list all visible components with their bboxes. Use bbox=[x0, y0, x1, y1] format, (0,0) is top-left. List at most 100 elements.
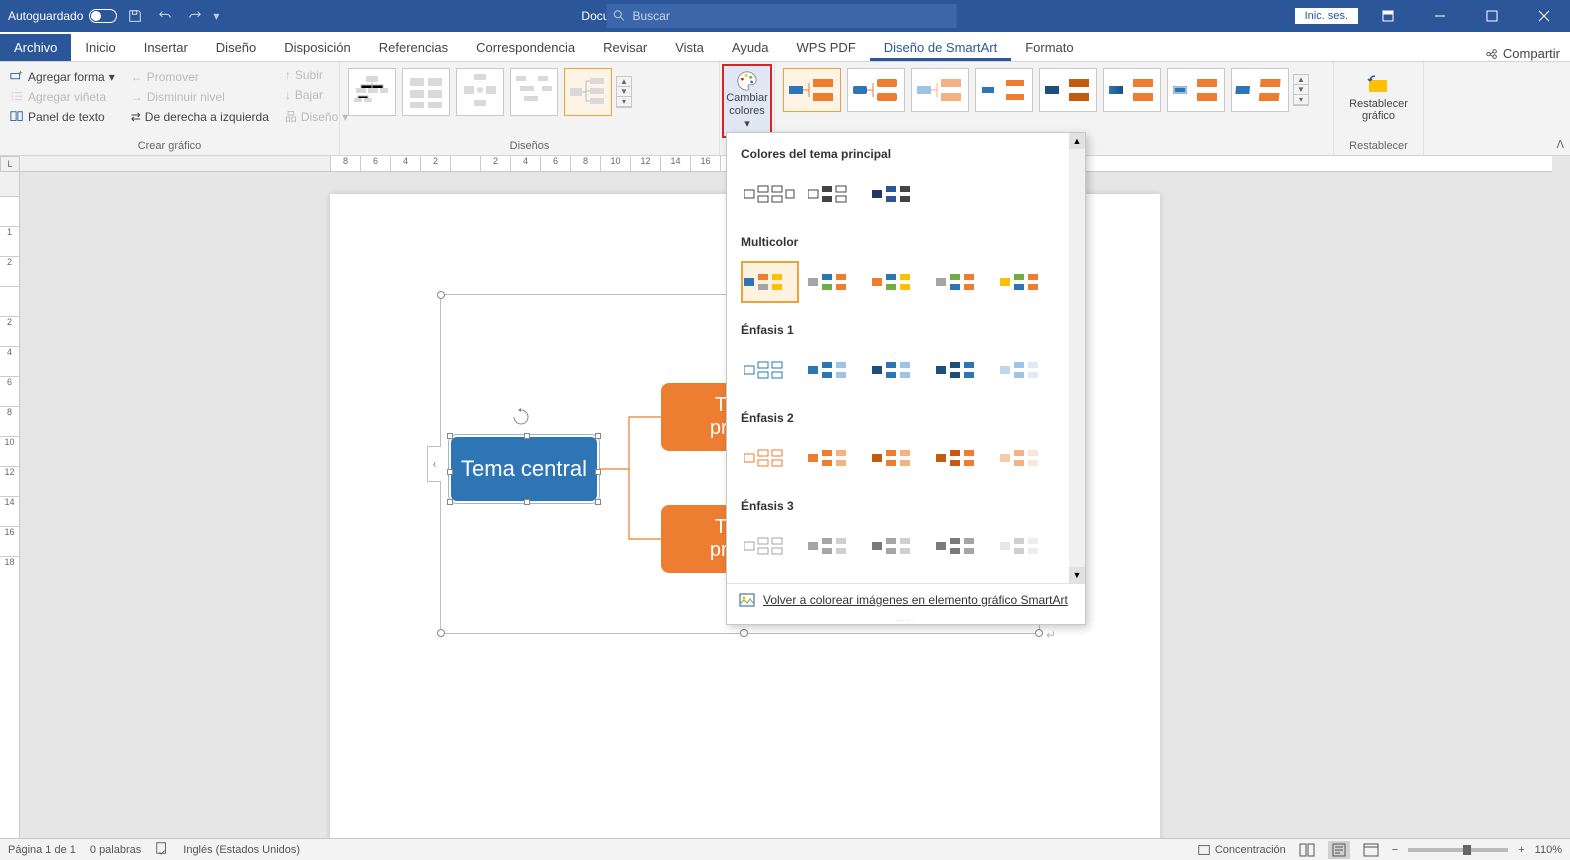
search-box[interactable]: Buscar bbox=[607, 4, 957, 28]
tab-disposicion[interactable]: Disposición bbox=[270, 34, 364, 61]
cd-section-e2: Énfasis 2 bbox=[727, 405, 1085, 431]
color-option[interactable] bbox=[933, 437, 991, 479]
tab-inicio[interactable]: Inicio bbox=[71, 34, 129, 61]
layout-thumb[interactable] bbox=[456, 68, 504, 116]
color-option[interactable] bbox=[869, 525, 927, 567]
tab-referencias[interactable]: Referencias bbox=[365, 34, 462, 61]
color-option[interactable] bbox=[997, 349, 1055, 391]
color-option[interactable] bbox=[869, 173, 927, 215]
rtl-button[interactable]: ⇄ De derecha a izquierda bbox=[127, 108, 273, 126]
tab-wps-pdf[interactable]: WPS PDF bbox=[783, 34, 870, 61]
collapse-ribbon-icon[interactable]: ᐱ bbox=[1556, 138, 1564, 151]
zoom-in-button[interactable]: + bbox=[1518, 844, 1524, 856]
autosave-toggle[interactable] bbox=[89, 9, 117, 23]
color-option[interactable] bbox=[805, 349, 863, 391]
color-option[interactable] bbox=[933, 261, 991, 303]
style-thumb[interactable] bbox=[847, 68, 905, 112]
minimize-icon[interactable] bbox=[1418, 0, 1462, 32]
view-read-icon[interactable] bbox=[1296, 841, 1318, 859]
tab-diseno[interactable]: Diseño bbox=[202, 34, 270, 61]
save-icon[interactable] bbox=[123, 4, 147, 28]
color-option[interactable] bbox=[997, 261, 1055, 303]
style-thumb[interactable] bbox=[911, 68, 969, 112]
color-option[interactable] bbox=[869, 437, 927, 479]
style-thumb[interactable] bbox=[1231, 68, 1289, 112]
search-placeholder: Buscar bbox=[633, 9, 670, 23]
style-thumb[interactable] bbox=[975, 68, 1033, 112]
recolor-images-button[interactable]: Volver a colorear imágenes en elemento g… bbox=[727, 583, 1085, 616]
style-scroll[interactable]: ▲▼▾ bbox=[1293, 74, 1309, 106]
style-thumb-selected[interactable] bbox=[783, 68, 841, 112]
color-option[interactable] bbox=[933, 349, 991, 391]
text-pane-toggle[interactable]: ‹ bbox=[427, 446, 441, 482]
share-button[interactable]: Compartir bbox=[1485, 46, 1570, 61]
promote-button[interactable]: ← Promover bbox=[127, 68, 273, 86]
color-option[interactable] bbox=[805, 173, 863, 215]
view-web-icon[interactable] bbox=[1360, 841, 1382, 859]
zoom-slider[interactable] bbox=[1408, 848, 1508, 852]
dropdown-scrollbar[interactable]: ▲▼ bbox=[1069, 133, 1085, 583]
zoom-level[interactable]: 110% bbox=[1535, 844, 1562, 856]
view-print-icon[interactable] bbox=[1328, 841, 1350, 859]
dropdown-grip[interactable]: ···· bbox=[727, 616, 1085, 624]
undo-icon[interactable] bbox=[153, 4, 177, 28]
color-option[interactable] bbox=[741, 437, 799, 479]
style-thumb[interactable] bbox=[1167, 68, 1225, 112]
tab-insertar[interactable]: Insertar bbox=[130, 34, 202, 61]
ribbon-display-icon[interactable] bbox=[1366, 0, 1410, 32]
demote-button[interactable]: → Disminuir nivel bbox=[127, 88, 273, 106]
tab-revisar[interactable]: Revisar bbox=[589, 34, 661, 61]
change-colors-dropdown: ▲▼ Colores del tema principal Multicolor… bbox=[726, 132, 1086, 625]
tab-smartart-design[interactable]: Diseño de SmartArt bbox=[870, 34, 1011, 61]
color-option[interactable] bbox=[997, 437, 1055, 479]
cd-section-multi: Multicolor bbox=[727, 229, 1085, 255]
cd-section-e1: Énfasis 1 bbox=[727, 317, 1085, 343]
tab-formato[interactable]: Formato bbox=[1011, 34, 1087, 61]
reset-graphic-button[interactable]: Restablecer gráfico bbox=[1340, 66, 1417, 126]
focus-mode-button[interactable]: Concentración bbox=[1197, 843, 1286, 857]
status-language[interactable]: Inglés (Estados Unidos) bbox=[183, 844, 300, 856]
layout-thumb-selected[interactable] bbox=[564, 68, 612, 116]
text-pane-button[interactable]: Panel de texto bbox=[6, 108, 119, 126]
zoom-out-button[interactable]: − bbox=[1392, 844, 1398, 856]
signin-button[interactable]: Inic. ses. bbox=[1295, 8, 1358, 24]
redo-icon[interactable] bbox=[183, 4, 207, 28]
ruler-corner[interactable]: L bbox=[0, 156, 20, 172]
palette-icon bbox=[736, 70, 758, 92]
status-proofing-icon[interactable] bbox=[155, 841, 169, 858]
smartart-node-central[interactable]: Tema central bbox=[449, 435, 599, 503]
color-option[interactable] bbox=[997, 525, 1055, 567]
layout-thumb[interactable] bbox=[402, 68, 450, 116]
tab-ayuda[interactable]: Ayuda bbox=[718, 34, 783, 61]
close-icon[interactable] bbox=[1522, 0, 1566, 32]
group-layouts: ▲▼▾ Diseños bbox=[340, 62, 720, 155]
add-bullet-button[interactable]: Agregar viñeta bbox=[6, 88, 119, 106]
layout-scroll[interactable]: ▲▼▾ bbox=[616, 76, 632, 108]
add-shape-button[interactable]: Agregar forma ▾ bbox=[6, 68, 119, 86]
status-page[interactable]: Página 1 de 1 bbox=[8, 844, 76, 856]
color-option[interactable] bbox=[741, 525, 799, 567]
vertical-ruler[interactable]: 1224681012141618 bbox=[0, 172, 20, 844]
layout-thumb[interactable] bbox=[348, 68, 396, 116]
color-option[interactable] bbox=[805, 261, 863, 303]
autosave-label: Autoguardado bbox=[8, 9, 83, 23]
color-option[interactable] bbox=[869, 349, 927, 391]
layout-thumb[interactable] bbox=[510, 68, 558, 116]
color-option[interactable] bbox=[805, 525, 863, 567]
rotate-handle-icon[interactable] bbox=[511, 407, 531, 427]
color-option[interactable] bbox=[805, 437, 863, 479]
color-option-selected[interactable] bbox=[741, 261, 799, 303]
statusbar: Página 1 de 1 0 palabras Inglés (Estados… bbox=[0, 838, 1570, 860]
style-thumb[interactable] bbox=[1039, 68, 1097, 112]
color-option[interactable] bbox=[741, 349, 799, 391]
maximize-icon[interactable] bbox=[1470, 0, 1514, 32]
change-colors-button[interactable]: Cambiar colores ▾ bbox=[722, 64, 772, 138]
color-option[interactable] bbox=[933, 525, 991, 567]
status-words[interactable]: 0 palabras bbox=[90, 844, 141, 856]
tab-vista[interactable]: Vista bbox=[661, 34, 718, 61]
style-thumb[interactable] bbox=[1103, 68, 1161, 112]
tab-file[interactable]: Archivo bbox=[0, 34, 71, 61]
tab-correspondencia[interactable]: Correspondencia bbox=[462, 34, 589, 61]
color-option[interactable] bbox=[869, 261, 927, 303]
color-option[interactable] bbox=[741, 173, 799, 215]
